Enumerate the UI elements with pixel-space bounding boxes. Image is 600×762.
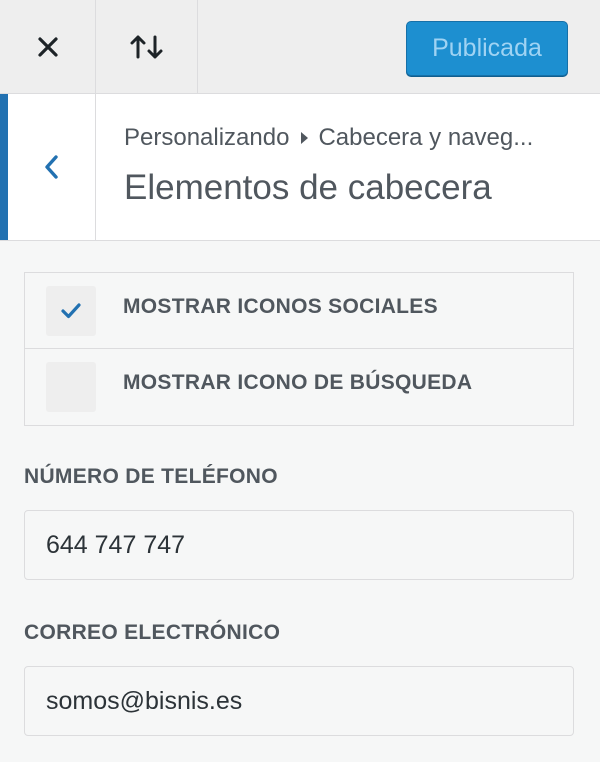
sort-toggle-button[interactable] — [96, 0, 198, 93]
social-icons-label: MOSTRAR ICONOS SOCIALES — [123, 295, 438, 318]
option-search-icon[interactable]: MOSTRAR ICONO DE BÚSQUEDA — [25, 349, 573, 425]
social-icons-checkbox[interactable] — [46, 286, 96, 336]
publish-button[interactable]: Publicada — [406, 21, 568, 76]
sort-arrows-icon — [130, 35, 162, 58]
back-button[interactable] — [0, 94, 96, 240]
breadcrumb-current: Cabecera y naveg... — [318, 124, 534, 151]
section-header: Personalizando Cabecera y naveg... Eleme… — [0, 94, 600, 241]
breadcrumb-separator-icon — [301, 132, 309, 144]
checkmark-icon — [61, 303, 81, 319]
chevron-left-icon — [44, 155, 58, 179]
customizer-toolbar: Publicada — [0, 0, 600, 94]
breadcrumb-root: Personalizando — [124, 124, 290, 151]
close-icon — [37, 36, 58, 57]
page-title: Elementos de cabecera — [124, 168, 492, 207]
search-icon-checkbox[interactable] — [46, 362, 96, 412]
controls-panel: MOSTRAR ICONOS SOCIALES MOSTRAR ICONO DE… — [0, 241, 600, 762]
search-icon-label: MOSTRAR ICONO DE BÚSQUEDA — [123, 371, 473, 394]
breadcrumb: Personalizando Cabecera y naveg... — [124, 124, 533, 152]
email-label: CORREO ELECTRÓNICO — [24, 621, 281, 644]
phone-label: NÚMERO DE TELÉFONO — [24, 465, 278, 488]
email-field[interactable] — [24, 666, 574, 736]
checkbox-group: MOSTRAR ICONOS SOCIALES MOSTRAR ICONO DE… — [24, 272, 574, 426]
option-social-icons[interactable]: MOSTRAR ICONOS SOCIALES — [25, 273, 573, 349]
phone-field[interactable] — [24, 510, 574, 580]
close-button[interactable] — [0, 0, 96, 93]
